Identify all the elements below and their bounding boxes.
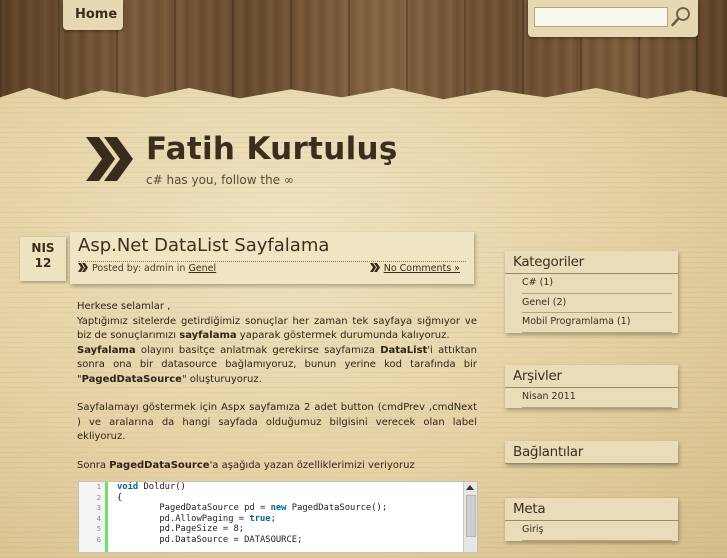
code-keyword: true xyxy=(249,513,271,524)
site-title[interactable]: Fatih Kurtuluş xyxy=(146,131,398,167)
code-scrollbar[interactable] xyxy=(463,482,477,552)
line-number: 2 xyxy=(96,493,101,502)
code-keyword: void xyxy=(117,482,139,492)
site-tagline: c# has you, follow the ∞ xyxy=(146,173,294,187)
post-date-month: NIS xyxy=(31,241,55,255)
post-date: NIS 12 xyxy=(20,237,66,281)
widget-links: Bağlantılar xyxy=(505,441,678,464)
post-paragraph: Sayfalamayı göstermek için Aspx sayfamız… xyxy=(77,402,477,442)
text-span: yaparak göstermek durumunda kalıyoruz. xyxy=(236,330,450,341)
code-token: ; xyxy=(270,513,276,524)
search-bar xyxy=(528,0,698,37)
scroll-up-arrow-icon[interactable] xyxy=(466,485,474,490)
widget-title: Arşivler xyxy=(505,365,678,388)
list-item: Genel (2) xyxy=(522,294,672,313)
post-paragraph: Sonra PagedDataSource'a aşağıda yazan öz… xyxy=(77,459,477,474)
code-token: pd.AllowPaging = xyxy=(117,513,250,524)
bold-term: DataList xyxy=(380,344,428,356)
comments-link[interactable]: No Comments » xyxy=(384,263,460,274)
list-item: Nisan 2011 xyxy=(522,388,672,408)
code-line: pd.DataSource = DATASOURCE; xyxy=(117,534,303,545)
widget-title: Meta xyxy=(505,498,678,521)
post-category-link[interactable]: Genel xyxy=(188,263,216,274)
post-paragraph: Sayfalama olayını basitçe anlatmak gerek… xyxy=(77,344,477,388)
bold-term: Sayfalama xyxy=(77,344,136,356)
archives-list: Nisan 2011 xyxy=(505,388,678,408)
widget-categories: Kategoriler C# (1) Genel (2) Mobil Progr… xyxy=(505,251,678,333)
code-token: Doldur() xyxy=(138,482,186,492)
post-meta: Posted by: admin in Genel xyxy=(78,263,216,274)
bold-term: sayfalama xyxy=(179,330,237,341)
code-text: void Doldur(){ PagedDataSource pd = new … xyxy=(117,482,387,545)
text-span: 'a aşağıda yazan özelliklerimizi veriyor… xyxy=(209,459,415,471)
line-number: 5 xyxy=(96,525,101,533)
list-item: Giriş xyxy=(522,521,672,541)
list-item: C# (1) xyxy=(522,274,672,294)
category-link[interactable]: C# (1) xyxy=(522,277,553,288)
post-comments: No Comments » xyxy=(369,263,460,274)
code-keyword: new xyxy=(270,503,287,513)
code-line-numbers: 1 2 3 4 5 6 xyxy=(79,482,108,552)
line-number: 6 xyxy=(96,535,101,544)
line-number: 3 xyxy=(96,504,101,512)
top-nav: Home xyxy=(63,0,123,30)
code-line: pd.AllowPaging = true; xyxy=(117,514,387,525)
category-link[interactable]: Genel (2) xyxy=(522,297,566,308)
widget-title: Bağlantılar xyxy=(505,441,678,464)
post-title[interactable]: Asp.Net DataList Sayfalama xyxy=(78,235,329,256)
widget-title: Kategoriler xyxy=(505,251,678,274)
line-number: 1 xyxy=(96,483,101,491)
code-line: { xyxy=(117,492,123,503)
post-header: Asp.Net DataList Sayfalama Posted by: ad… xyxy=(70,232,474,284)
double-chevron-icon xyxy=(86,137,133,181)
text-span: Sonra xyxy=(77,459,110,471)
bold-term: PagedDataSource xyxy=(81,373,182,385)
text-span: olayını basitçe anlatmak gerekirse sayfa… xyxy=(135,344,381,356)
category-link[interactable]: Mobil Programlama (1) xyxy=(522,316,630,327)
nav-home-link[interactable]: Home xyxy=(75,7,117,22)
code-block[interactable]: 1 2 3 4 5 6 void Doldur(){ PagedDataSour… xyxy=(78,481,478,553)
post-meta-divider xyxy=(78,261,466,262)
list-item: Mobil Programlama (1) xyxy=(522,313,672,333)
post-date-day: 12 xyxy=(34,256,52,270)
code-line: PagedDataSource pd = new PagedDataSource… xyxy=(117,503,387,514)
scroll-thumb[interactable] xyxy=(466,495,476,537)
code-line: pd.PageSize = 8; xyxy=(117,524,245,534)
code-token: PagedDataSource pd = xyxy=(117,503,271,513)
post-body: Herkese selamlar , Yaptığımız sitelerde … xyxy=(77,300,477,473)
text-span: " oluşturuyoruz. xyxy=(181,373,262,385)
categories-list: C# (1) Genel (2) Mobil Programlama (1) xyxy=(505,274,678,333)
search-input[interactable] xyxy=(534,7,668,27)
meta-list: Giriş xyxy=(505,521,678,541)
widget-archives: Arşivler Nisan 2011 xyxy=(505,365,678,408)
code-token: PagedDataSource(); xyxy=(286,503,388,513)
login-link[interactable]: Giriş xyxy=(522,524,544,535)
post-paragraph: Herkese selamlar , xyxy=(77,301,171,312)
archive-link[interactable]: Nisan 2011 xyxy=(522,391,576,402)
post-meta-author: Posted by: admin in xyxy=(92,263,186,274)
post-paragraph: Yaptığımız sitelerde getirdiğimiz sonuçl… xyxy=(77,315,477,344)
code-line: void Doldur() xyxy=(117,482,387,493)
search-icon[interactable] xyxy=(670,6,692,28)
double-arrow-icon xyxy=(78,263,88,272)
double-arrow-icon xyxy=(369,263,380,272)
widget-meta: Meta Giriş xyxy=(505,498,678,541)
bold-term: PagedDataSource xyxy=(109,459,210,471)
line-number: 4 xyxy=(96,514,101,523)
